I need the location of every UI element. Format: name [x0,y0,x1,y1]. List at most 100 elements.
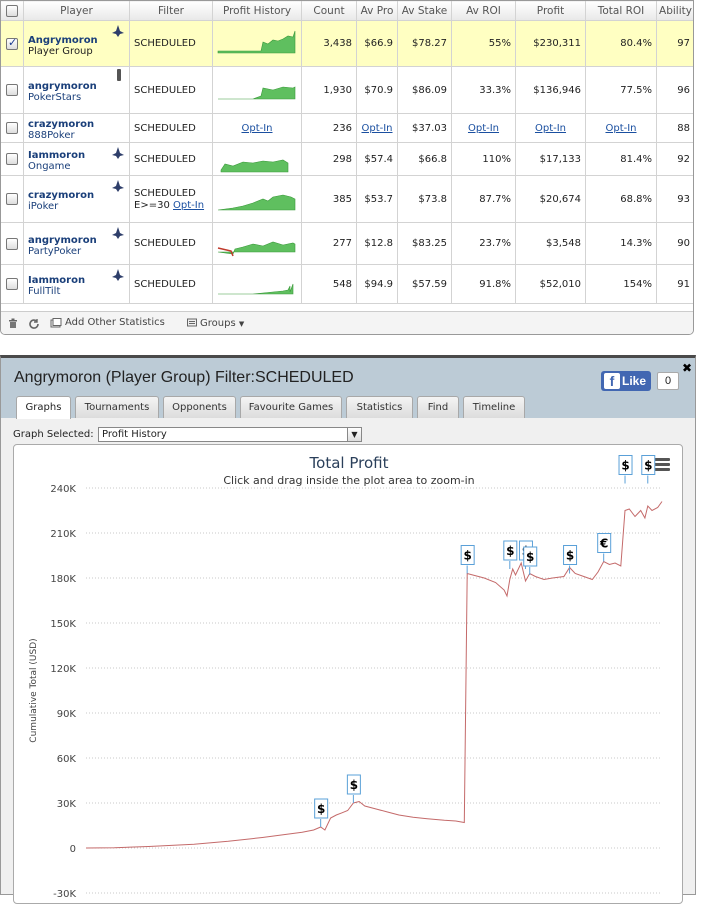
row-checkbox-cell[interactable] [1,20,24,67]
chart-container[interactable]: Total Profit Click and drag inside the p… [13,444,683,904]
profit-history-cell[interactable]: Opt-In [212,113,302,143]
table-row[interactable]: angrymoron PartyPoker SCHEDULED 277 $12.8 $83… [1,222,693,265]
currency-marker[interactable]: $ [641,455,656,484]
row-checkbox-cell[interactable] [1,222,24,265]
groups-label: Groups [200,318,236,329]
select-all-header[interactable] [1,1,24,21]
currency-marker[interactable]: € [597,533,612,562]
av-profit-cell[interactable]: Opt-In [356,113,398,143]
col-header-filter[interactable]: Filter [129,1,213,21]
col-header-av-stake[interactable]: Av Stake [397,1,452,21]
refresh-icon[interactable] [28,318,40,333]
select-all-checkbox[interactable] [6,4,18,17]
currency-marker[interactable]: $ [314,798,329,827]
chevron-down-icon[interactable]: ▼ [347,428,361,441]
row-checkbox[interactable] [6,153,18,165]
av-stake-cell: $66.8 [397,142,452,176]
add-statistics-link[interactable]: Add Other Statistics [65,317,165,328]
add-statistics-icon[interactable] [50,318,62,332]
graph-select[interactable]: Profit History ▼ [98,427,362,442]
tab-timeline[interactable]: Timeline [463,396,525,418]
player-name[interactable]: crazymoron [28,115,125,130]
table-row[interactable]: crazymoron iPoker SCHEDULED E>=30 Opt-In 385… [1,175,693,223]
profit-sparkline [218,283,294,294]
row-checkbox-cell[interactable] [1,142,24,176]
table-row[interactable]: Iammoron Ongame SCHEDULED 298 $57.4 $66.8 110%… [1,142,693,176]
row-checkbox-cell[interactable] [1,264,24,304]
currency-marker[interactable]: $ [563,545,578,574]
groups-menu[interactable]: Groups ▼ [200,318,244,329]
player-cell[interactable]: crazymoron 888Poker [23,113,130,143]
col-header-total-roi[interactable]: Total ROI [585,1,657,21]
row-checkbox[interactable] [6,237,18,250]
facebook-like-button[interactable]: f Like [601,371,651,391]
col-header-av-profit[interactable]: Av Pro [356,1,398,21]
player-site: FullTilt [28,286,61,297]
player-site: PartyPoker [28,245,82,257]
table-row[interactable]: Iammoron FullTilt SCHEDULED 548 $94.9 $57.59 9… [1,264,693,304]
tab-tournaments[interactable]: Tournaments [75,396,159,418]
profit-sparkline [218,86,296,99]
filter-cell: SCHEDULED [129,142,213,176]
marker-symbol: $ [526,550,534,564]
tab-graphs[interactable]: Graphs [16,396,71,419]
tab-opponents[interactable]: Opponents [163,396,236,418]
chart-svg[interactable]: 240K210K180K150K120K90K60K30K0-30KCumula… [14,445,684,905]
y-tick-label: 30K [57,799,77,810]
col-header-av-roi[interactable]: Av ROI [451,1,516,21]
player-cell[interactable]: Angrymoron Player Group [23,20,130,67]
profit-sparkline [217,194,296,210]
row-checkbox[interactable] [6,278,18,290]
filter-opt-in-link[interactable]: Opt-In [173,200,204,211]
col-header-count[interactable]: Count [301,1,357,21]
profit-cell: $230,311 [515,20,586,67]
tab-favourite-games[interactable]: Favourite Games [240,396,342,418]
y-tick-label: 120K [50,664,76,675]
row-checkbox-cell[interactable] [1,113,24,143]
table-row[interactable]: crazymoron 888Poker SCHEDULED Opt-In 236 Opt-… [1,113,693,143]
currency-marker[interactable]: $ [618,455,633,484]
row-checkbox-cell[interactable] [1,175,24,223]
player-cell[interactable]: Iammoron Ongame [23,142,130,176]
currency-marker[interactable]: $ [503,540,518,569]
av-roi-cell[interactable]: Opt-In [451,113,516,143]
profit-sparkline [217,241,296,256]
player-cell[interactable]: angrymoron PartyPoker [23,222,130,265]
total-roi-cell: 14.3% [585,222,657,265]
profit-sparkline [220,159,289,172]
ability-cell: 96 [656,66,693,114]
count-cell: 236 [301,113,357,143]
table-row[interactable]: AngrymoronPlayer Group SCHEDULED 3,438$66.… [1,20,693,67]
profit-cell[interactable]: Opt-In [515,113,586,143]
currency-marker[interactable]: $ [346,774,361,803]
total-roi-cell: 81.4% [585,142,657,176]
col-header-profit-history[interactable]: Profit History [212,1,302,21]
profit-history-cell [212,66,302,114]
ability-cell: 88 [656,113,693,143]
row-checkbox[interactable] [6,193,18,205]
groups-icon[interactable] [187,318,198,331]
trash-icon[interactable] [8,318,18,332]
total-roi-cell[interactable]: Opt-In [585,113,657,143]
close-icon[interactable]: ✖ [682,361,692,375]
col-header-player[interactable]: Player [23,1,130,21]
row-checkbox[interactable] [6,84,18,96]
table-row[interactable]: angrymoron PokerStars SCHEDULED 1,930 $70.9 $… [1,66,693,114]
player-cell[interactable]: angrymoron PokerStars [23,66,130,114]
currency-marker[interactable]: $ [460,545,475,574]
av-roi-cell: 91.8% [451,264,516,304]
row-checkbox-cell[interactable] [1,66,24,114]
filter-value: SCHEDULED [134,188,196,199]
opt-in-link[interactable]: Opt-In [241,123,272,134]
col-header-ability[interactable]: Ability [656,1,693,21]
player-name[interactable]: angrymoron [28,77,125,92]
row-checkbox[interactable] [6,122,18,134]
tab-statistics[interactable]: Statistics [346,396,413,418]
player-cell[interactable]: Iammoron FullTilt [23,264,130,304]
tab-find[interactable]: Find [417,396,459,418]
player-cell[interactable]: crazymoron iPoker [23,175,130,223]
currency-marker[interactable]: $ [523,546,538,575]
av-profit-cell: $94.9 [356,264,398,304]
row-checkbox[interactable] [6,36,18,50]
col-header-profit[interactable]: Profit [515,1,586,21]
